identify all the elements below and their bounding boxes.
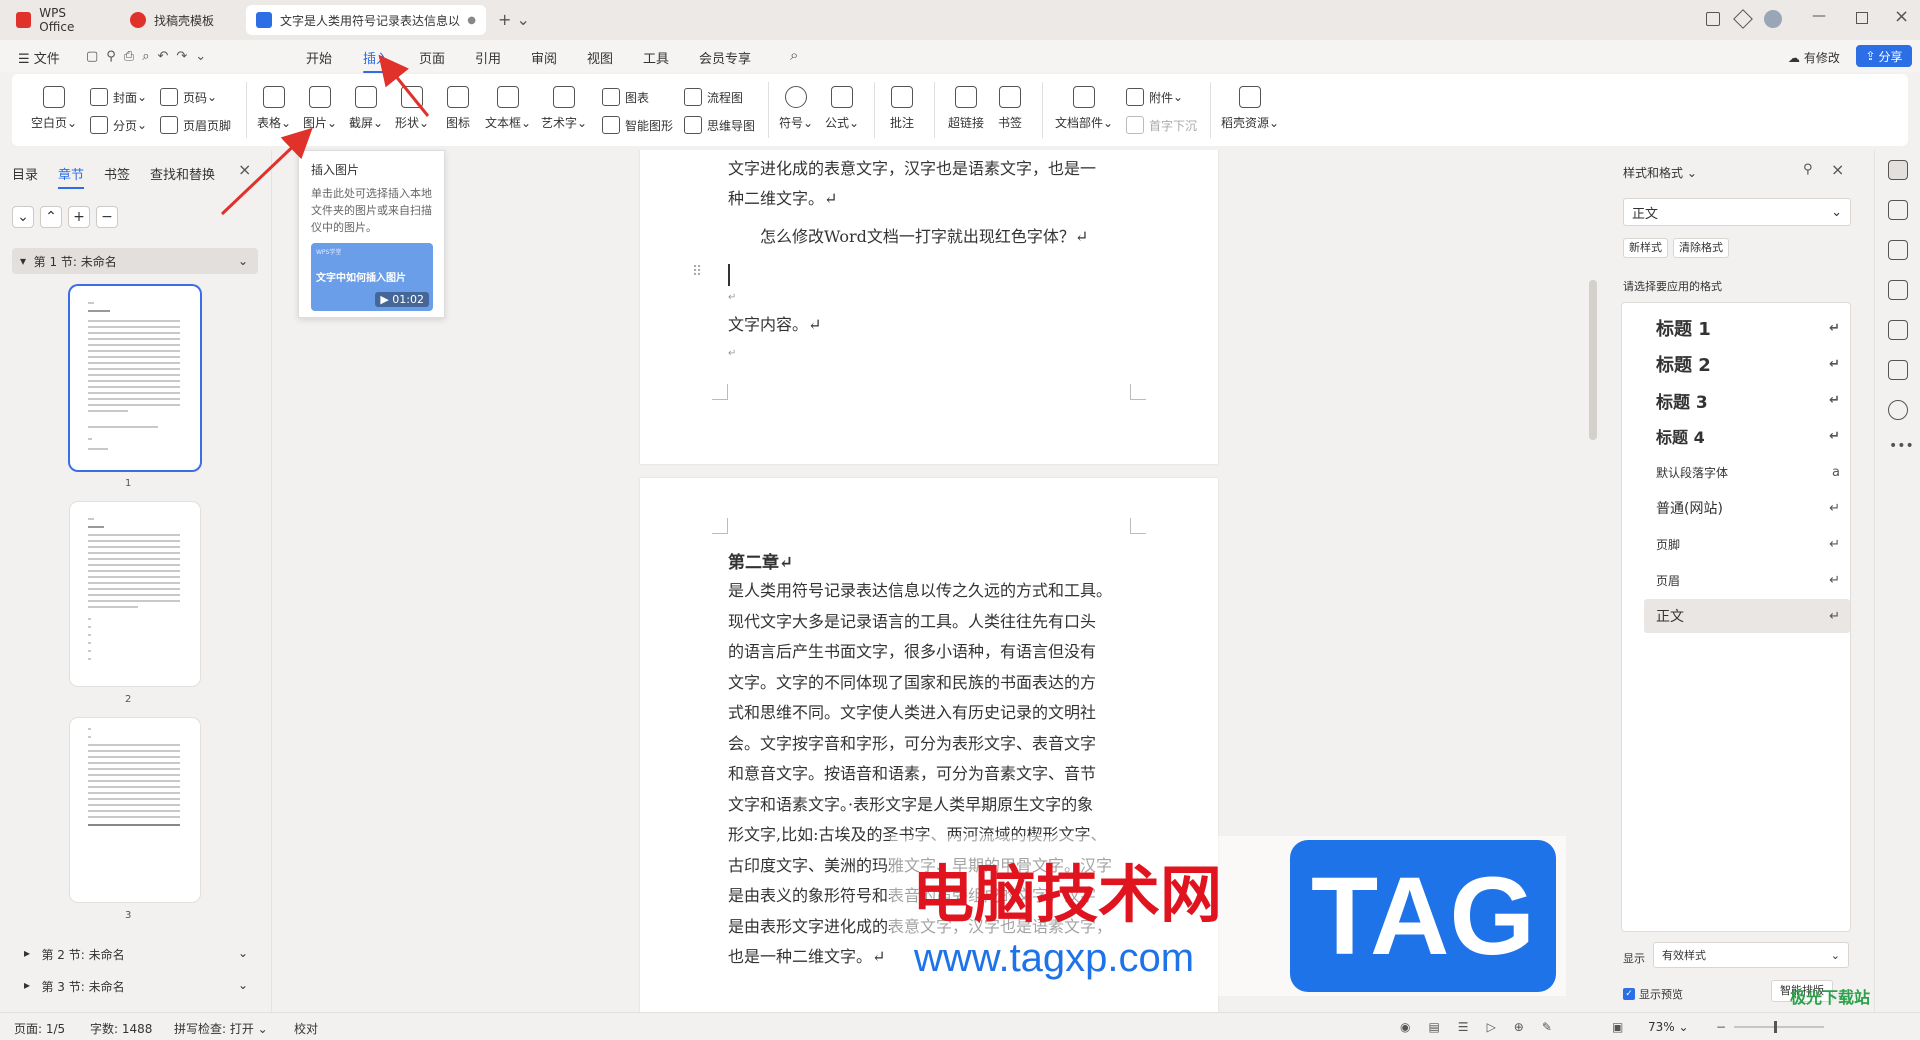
watermark-cn-text: 电脑技术网	[912, 858, 1223, 931]
arrow-to-insert-menu	[378, 54, 430, 117]
arrow-to-picture-button	[220, 127, 313, 216]
corner-watermark: 极光下载站	[1790, 988, 1871, 1007]
watermark-url: www.tagxp.com	[914, 936, 1195, 980]
watermark: 电脑技术网 www.tagxp.com TAG	[890, 836, 1566, 996]
watermark-tag-logo: TAG	[1290, 840, 1556, 992]
